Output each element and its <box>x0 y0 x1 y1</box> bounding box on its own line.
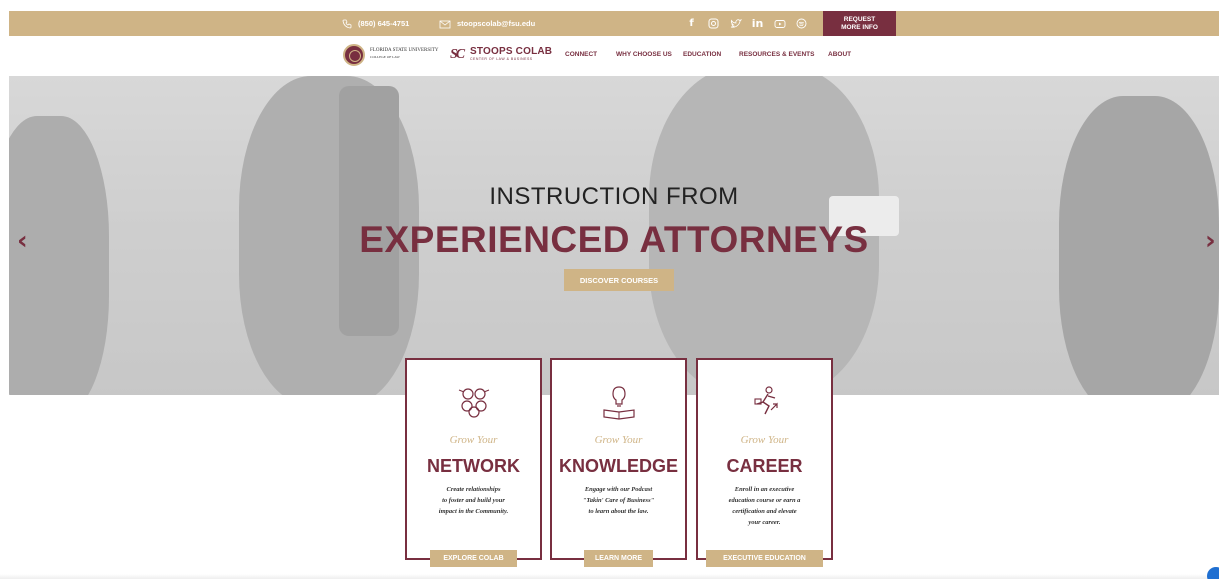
fsu-college: COLLEGE OF LAW <box>370 55 400 59</box>
facebook-icon[interactable]: f <box>685 17 698 30</box>
card-description: Create relationships to foster and build… <box>407 484 540 517</box>
discover-courses-button[interactable]: DISCOVER COURSES <box>564 269 674 291</box>
career-climb-icon <box>698 384 831 420</box>
stoops-colab-logo[interactable]: STOOPS COLAB <box>470 46 552 57</box>
hero-heading-line1: INSTRUCTION FROM <box>489 183 739 210</box>
phone-number: (850) 645-4751 <box>358 19 410 28</box>
page: (850) 645-4751 stoopscolab@fsu.edu f in <box>0 0 1219 579</box>
instagram-icon[interactable] <box>707 17 720 30</box>
card-title: KNOWLEDGE <box>559 456 678 476</box>
youtube-icon[interactable] <box>773 17 786 30</box>
linkedin-icon[interactable]: in <box>751 17 764 30</box>
explore-colab-button[interactable]: EXPLORE COLAB <box>430 550 517 567</box>
request-more-info-button[interactable]: REQUEST MORE INFO <box>823 11 896 36</box>
card-description-line: Enroll in an executive <box>734 486 795 493</box>
nav-item-connect[interactable]: CONNECT <box>565 51 597 58</box>
grow-career-card: Grow Your CAREER Enroll in an executive … <box>696 358 833 567</box>
accessibility-icon[interactable] <box>1207 567 1219 579</box>
nav-item-why-choose-us[interactable]: WHY CHOOSE US <box>616 51 672 58</box>
executive-education-button[interactable]: EXECUTIVE EDUCATION <box>706 550 823 567</box>
email-icon <box>439 20 451 28</box>
email-link[interactable]: stoopscolab@fsu.edu <box>439 11 535 36</box>
fsu-wordmark[interactable]: FLORIDA STATE UNIVERSITY COLLEGE OF LAW <box>370 48 439 60</box>
carousel-prev-arrow-icon[interactable]: ‹ <box>17 226 28 256</box>
learn-more-button[interactable]: LEARN MORE <box>584 550 653 567</box>
nav-item-education[interactable]: EDUCATION <box>683 51 721 58</box>
card-description-line: "Takin' Care of Business" <box>582 497 655 504</box>
phone-link[interactable]: (850) 645-4751 <box>342 11 409 36</box>
spotify-icon[interactable] <box>795 17 808 30</box>
card-title: CAREER <box>726 456 803 476</box>
hero-heading-line2: EXPERIENCED ATTORNEYS <box>359 219 869 260</box>
main-navigation: FLORIDA STATE UNIVERSITY COLLEGE OF LAW … <box>9 36 1219 76</box>
card-description-line: certification and elevate <box>732 508 797 515</box>
card-description-line: Create relationships <box>446 486 501 493</box>
card-description-line: your career. <box>748 519 781 526</box>
nav-item-resources-events[interactable]: RESOURCES & EVENTS <box>739 51 815 58</box>
top-bar: (850) 645-4751 stoopscolab@fsu.edu f in <box>9 11 1219 36</box>
card-description-line: impact in the Community. <box>438 508 509 515</box>
twitter-icon[interactable] <box>729 17 742 30</box>
card-description: Engage with our Podcast "Takin' Care of … <box>552 484 685 517</box>
phone-icon <box>342 19 352 28</box>
email-address: stoopscolab@fsu.edu <box>457 19 536 28</box>
carousel-next-arrow-icon[interactable]: › <box>1205 226 1216 256</box>
fsu-seal-logo[interactable] <box>343 44 365 66</box>
request-label-line1: REQUEST <box>843 15 876 23</box>
social-links: f in <box>685 11 808 36</box>
nav-item-about[interactable]: ABOUT <box>828 51 851 58</box>
card-subtitle: Grow Your <box>740 434 789 446</box>
network-people-icon <box>407 384 540 420</box>
card-title: NETWORK <box>427 456 520 476</box>
card-description-line: to foster and build your <box>442 497 505 504</box>
hero-carousel: INSTRUCTION FROM EXPERIENCED ATTORNEYS D… <box>9 76 1219 395</box>
card-description-line: education course or earn a <box>728 497 801 504</box>
lightbulb-book-icon <box>552 384 685 420</box>
card-description-line: to learn about the law. <box>588 508 649 515</box>
card-description-line: Engage with our Podcast <box>584 486 653 493</box>
grow-network-card: Grow Your NETWORK Create relationships t… <box>405 358 542 567</box>
stoops-colab-mark[interactable]: SC <box>450 47 465 63</box>
card-subtitle: Grow Your <box>449 434 498 446</box>
stoops-colab-tagline: CENTER OF LAW & BUSINESS <box>470 57 533 61</box>
card-subtitle: Grow Your <box>594 434 643 446</box>
card-description: Enroll in an executive education course … <box>698 484 831 528</box>
request-label-line2: MORE INFO <box>841 23 878 31</box>
grow-knowledge-card: Grow Your KNOWLEDGE Engage with our Podc… <box>550 358 687 567</box>
bottom-divider <box>0 574 1219 579</box>
